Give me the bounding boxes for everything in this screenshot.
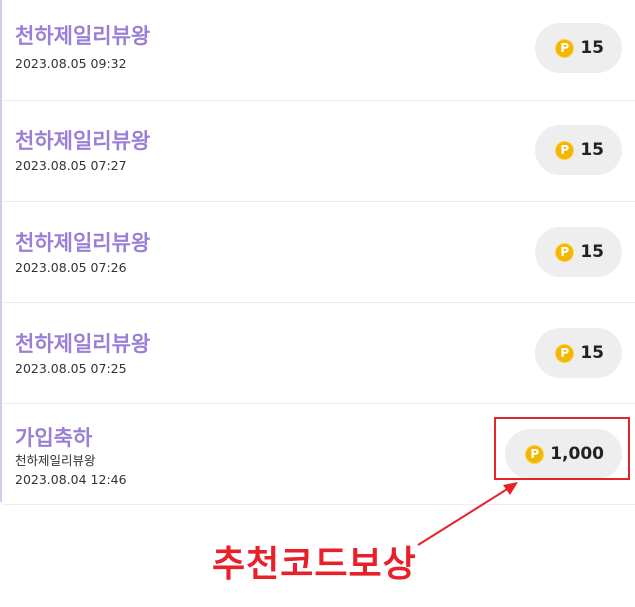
point-coin-icon: P — [555, 38, 575, 58]
annotation-label: 추천코드보상 — [212, 544, 417, 585]
history-item-title: 천하제일리뷰왕 — [15, 332, 151, 356]
history-item-date: 2023.08.05 09:32 — [15, 56, 127, 71]
history-item-title: 천하제일리뷰왕 — [15, 129, 151, 153]
point-coin-icon: P — [555, 242, 575, 262]
history-item-title: 천하제일리뷰왕 — [15, 231, 151, 255]
point-coin-icon: P — [555, 343, 575, 363]
point-coin-icon: P — [555, 140, 575, 160]
history-item: 천하제일리뷰왕 2023.08.05 09:32 P 15 — [2, 0, 635, 101]
history-item-date: 2023.08.05 07:26 — [15, 260, 127, 275]
points-badge: P 15 — [535, 227, 622, 277]
history-item-date: 2023.08.05 07:25 — [15, 361, 127, 376]
history-item: 천하제일리뷰왕 2023.08.05 07:26 P 15 — [2, 202, 635, 303]
history-item-date: 2023.08.04 12:46 — [15, 472, 127, 487]
history-item: 천하제일리뷰왕 2023.08.05 07:25 P 15 — [2, 303, 635, 404]
history-item-date: 2023.08.05 07:27 — [15, 158, 127, 173]
history-item-title: 가입축하 — [15, 426, 93, 450]
points-amount: 15 — [580, 38, 604, 58]
points-badge: P 15 — [535, 125, 622, 175]
history-item-description: 천하제일리뷰왕 — [15, 453, 96, 468]
points-amount: 15 — [580, 140, 604, 160]
highlight-box — [494, 417, 630, 480]
history-item-title: 천하제일리뷰왕 — [15, 24, 151, 48]
points-amount: 15 — [580, 242, 604, 262]
points-badge: P 15 — [535, 23, 622, 73]
history-item: 천하제일리뷰왕 2023.08.05 07:27 P 15 — [2, 101, 635, 202]
points-badge: P 15 — [535, 328, 622, 378]
points-amount: 15 — [580, 343, 604, 363]
